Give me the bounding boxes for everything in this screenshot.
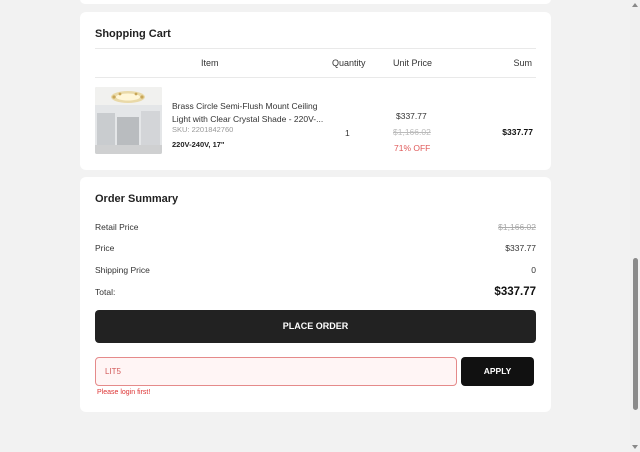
- column-unit-price: Unit Price: [393, 58, 433, 68]
- shipping-price-value: 0: [531, 265, 536, 275]
- shipping-price-row: Shipping Price 0: [95, 265, 536, 275]
- scroll-up-arrow-icon[interactable]: [632, 3, 638, 7]
- product-sku: SKU: 2201842760: [172, 125, 234, 134]
- apply-coupon-button[interactable]: APPLY: [461, 357, 534, 386]
- product-unit-price: $337.77: [396, 111, 427, 121]
- product-image[interactable]: [95, 87, 162, 154]
- cart-table-header: Item Quantity Unit Price Sum: [95, 48, 536, 78]
- product-option: 220V-240V, 17": [172, 140, 225, 149]
- product-discount-badge: 71% OFF: [394, 143, 431, 153]
- total-row: Total: $337.77: [95, 286, 536, 298]
- coupon-code-input[interactable]: [95, 357, 457, 386]
- shopping-cart-card: Shopping Cart Item Quantity Unit Price S…: [80, 12, 551, 170]
- price-label: Price: [95, 243, 115, 253]
- login-error-message: Please login first!: [97, 389, 151, 396]
- order-summary-title: Order Summary: [95, 193, 179, 205]
- product-name[interactable]: Brass Circle Semi-Flush Mount Ceiling Li…: [172, 100, 332, 126]
- product-sum: $337.77: [502, 127, 533, 137]
- column-item: Item: [201, 58, 219, 68]
- order-summary-card: Order Summary Retail Price $1,166.02 Pri…: [80, 177, 551, 412]
- scrollbar-thumb[interactable]: [633, 258, 638, 410]
- shopping-cart-title: Shopping Cart: [95, 28, 171, 40]
- scroll-down-arrow-icon[interactable]: [632, 445, 638, 449]
- previous-section-card: [80, 0, 551, 4]
- product-original-price: $1,166.02: [393, 127, 431, 137]
- place-order-button[interactable]: PLACE ORDER: [95, 310, 536, 343]
- total-label: Total:: [95, 287, 116, 297]
- total-value: $337.77: [494, 286, 536, 298]
- column-quantity: Quantity: [332, 58, 366, 68]
- product-quantity: 1: [345, 128, 350, 138]
- retail-price-value: $1,166.02: [498, 222, 536, 232]
- retail-price-row: Retail Price $1,166.02: [95, 222, 536, 232]
- page-scrollbar[interactable]: [630, 0, 640, 452]
- column-sum: Sum: [513, 58, 532, 68]
- price-value: $337.77: [505, 243, 536, 253]
- retail-price-label: Retail Price: [95, 222, 139, 232]
- price-row: Price $337.77: [95, 243, 536, 253]
- shipping-price-label: Shipping Price: [95, 265, 150, 275]
